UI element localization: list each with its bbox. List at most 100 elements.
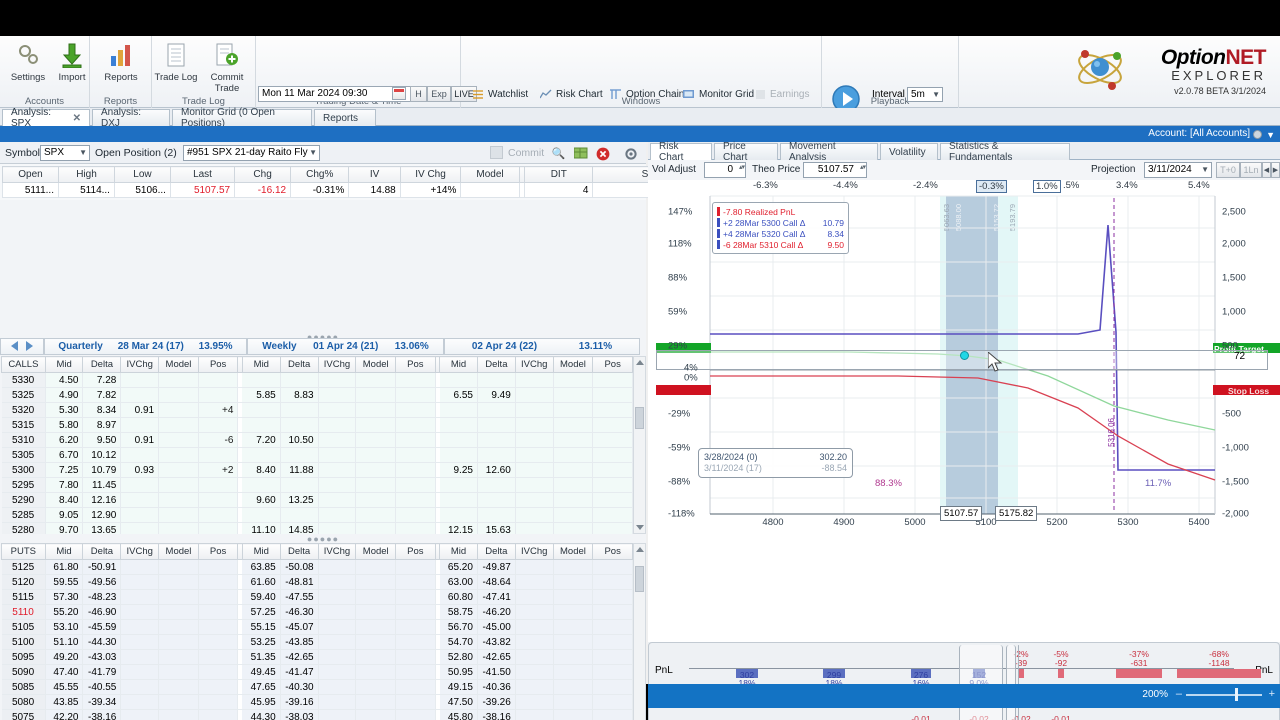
chain-cell[interactable]	[395, 604, 436, 620]
chain-cell[interactable]: -38.16	[82, 709, 122, 720]
tab-risk-chart[interactable]: Risk Chart	[650, 141, 712, 163]
chain-cell[interactable]	[515, 462, 554, 478]
chain-cell[interactable]	[120, 634, 160, 650]
chain-cell[interactable]: 11.10	[242, 522, 281, 534]
chain-header[interactable]: Model	[355, 543, 397, 560]
chain-cell[interactable]	[439, 432, 478, 448]
chain-cell[interactable]	[592, 604, 633, 620]
chain-cell[interactable]	[477, 432, 516, 448]
strike-cell[interactable]: 5305	[1, 447, 46, 463]
expiry-third[interactable]: 02 Apr 24 (22) 13.11%	[444, 337, 640, 355]
chain-cell[interactable]	[592, 589, 633, 605]
chain-header[interactable]: Delta	[82, 543, 122, 560]
window-monitor-grid[interactable]: Monitor Grid	[683, 89, 754, 100]
chain-cell[interactable]	[318, 372, 357, 388]
chain-cell[interactable]	[198, 589, 239, 605]
strike-cell[interactable]: 5295	[1, 477, 46, 493]
chain-cell[interactable]: 12.16	[82, 492, 122, 508]
chain-cell[interactable]	[355, 709, 397, 720]
chain-cell[interactable]: 52.80	[439, 649, 478, 665]
table-row[interactable]: 5080 43.85 -39.34 45.95 -39.16 47.50 -39.26	[1, 694, 633, 710]
chain-cell[interactable]	[553, 477, 594, 493]
chain-cell[interactable]	[280, 372, 319, 388]
chain-cell[interactable]	[355, 522, 397, 534]
chain-cell[interactable]	[198, 679, 239, 695]
strike-cell[interactable]: 5310	[1, 432, 46, 448]
strike-cell[interactable]: 5090	[1, 664, 46, 680]
chain-cell[interactable]	[592, 402, 633, 418]
table-row[interactable]: 5110 55.20 -46.90 57.25 -46.30 58.75 -46.20	[1, 604, 633, 620]
tab-monitor-grid[interactable]: Monitor Grid (0 Open Positions)	[172, 107, 312, 129]
puts-scrollbar[interactable]	[633, 543, 646, 720]
chain-cell[interactable]	[120, 372, 160, 388]
chain-cell[interactable]	[355, 462, 397, 478]
chain-cell[interactable]	[198, 507, 239, 523]
chain-cell[interactable]	[158, 387, 199, 403]
chain-cell[interactable]	[242, 372, 281, 388]
chain-cell[interactable]	[158, 649, 199, 665]
scroll-up-icon[interactable]	[636, 360, 644, 365]
chain-cell[interactable]: -47.55	[280, 589, 319, 605]
chain-cell[interactable]	[242, 447, 281, 463]
chain-cell[interactable]	[158, 574, 199, 590]
tab-movement-analysis[interactable]: Movement Analysis	[780, 141, 878, 163]
chain-cell[interactable]	[477, 492, 516, 508]
chain-cell[interactable]: -41.79	[82, 664, 122, 680]
chain-cell[interactable]	[158, 709, 199, 720]
chain-cell[interactable]	[318, 402, 357, 418]
chain-cell[interactable]: 61.60	[242, 574, 281, 590]
chain-cell[interactable]	[355, 664, 397, 680]
chain-cell[interactable]	[198, 709, 239, 720]
chain-cell[interactable]	[515, 372, 554, 388]
chain-cell[interactable]	[553, 447, 594, 463]
chain-header[interactable]: Delta	[82, 356, 122, 373]
chain-cell[interactable]: 7.80	[45, 477, 84, 493]
chain-cell[interactable]	[553, 589, 594, 605]
chain-cell[interactable]	[477, 372, 516, 388]
chain-cell[interactable]	[553, 664, 594, 680]
chain-cell[interactable]	[592, 694, 633, 710]
strike-cell[interactable]: 5280	[1, 522, 46, 534]
chain-cell[interactable]	[553, 604, 594, 620]
chain-cell[interactable]	[592, 559, 633, 575]
chain-cell[interactable]: 5.30	[45, 402, 84, 418]
strike-cell[interactable]: 5290	[1, 492, 46, 508]
chain-cell[interactable]: -45.00	[477, 619, 516, 635]
chain-cell[interactable]	[515, 694, 554, 710]
chain-cell[interactable]: +4	[198, 402, 239, 418]
chain-cell[interactable]: 13.25	[280, 492, 319, 508]
chain-cell[interactable]	[158, 604, 199, 620]
chain-cell[interactable]: 49.45	[242, 664, 281, 680]
chain-cell[interactable]: 63.00	[439, 574, 478, 590]
chain-header[interactable]: Mid	[44, 356, 84, 373]
strike-cell[interactable]: 5300	[1, 462, 46, 478]
chain-cell[interactable]	[515, 649, 554, 665]
tab-volatility[interactable]: Volatility	[880, 143, 938, 160]
table-row[interactable]: 5105 53.10 -45.59 55.15 -45.07 56.70 -45.00	[1, 619, 633, 635]
calls-chain[interactable]: CALLS Mid Delta IVChg Model Pos Mid Delta IVChg M…	[1, 356, 633, 534]
exp-button[interactable]: Exp	[427, 86, 451, 102]
table-row[interactable]: 5295 7.80 11.45	[1, 477, 633, 493]
chain-cell[interactable]: 57.30	[45, 589, 84, 605]
chain-cell[interactable]: 12.90	[82, 507, 122, 523]
chain-cell[interactable]	[553, 559, 594, 575]
chain-cell[interactable]: 55.15	[242, 619, 281, 635]
chain-cell[interactable]	[553, 507, 594, 523]
chain-cell[interactable]	[355, 634, 397, 650]
chain-cell[interactable]	[592, 447, 633, 463]
chain-cell[interactable]	[198, 634, 239, 650]
chain-cell[interactable]	[515, 387, 554, 403]
table-row[interactable]: 5285 9.05 12.90	[1, 507, 633, 523]
chain-cell[interactable]: 10.50	[280, 432, 319, 448]
risk-chart[interactable]: -6.3% -4.4% -2.4% -0.3% 1.0% .5% 3.4% 5.4% 5063…	[648, 180, 1280, 642]
chain-cell[interactable]	[120, 477, 160, 493]
grid-icon[interactable]	[572, 145, 589, 162]
chain-cell[interactable]	[198, 522, 239, 534]
chain-cell[interactable]: -48.64	[477, 574, 516, 590]
table-row[interactable]: 5120 59.55 -49.56 61.60 -48.81 63.00 -48.64	[1, 574, 633, 590]
strike-cell[interactable]: 5115	[1, 589, 46, 605]
chain-cell[interactable]	[318, 507, 357, 523]
chain-header[interactable]: Model	[158, 543, 199, 560]
chain-cell[interactable]	[318, 574, 357, 590]
chain-cell[interactable]	[120, 387, 160, 403]
